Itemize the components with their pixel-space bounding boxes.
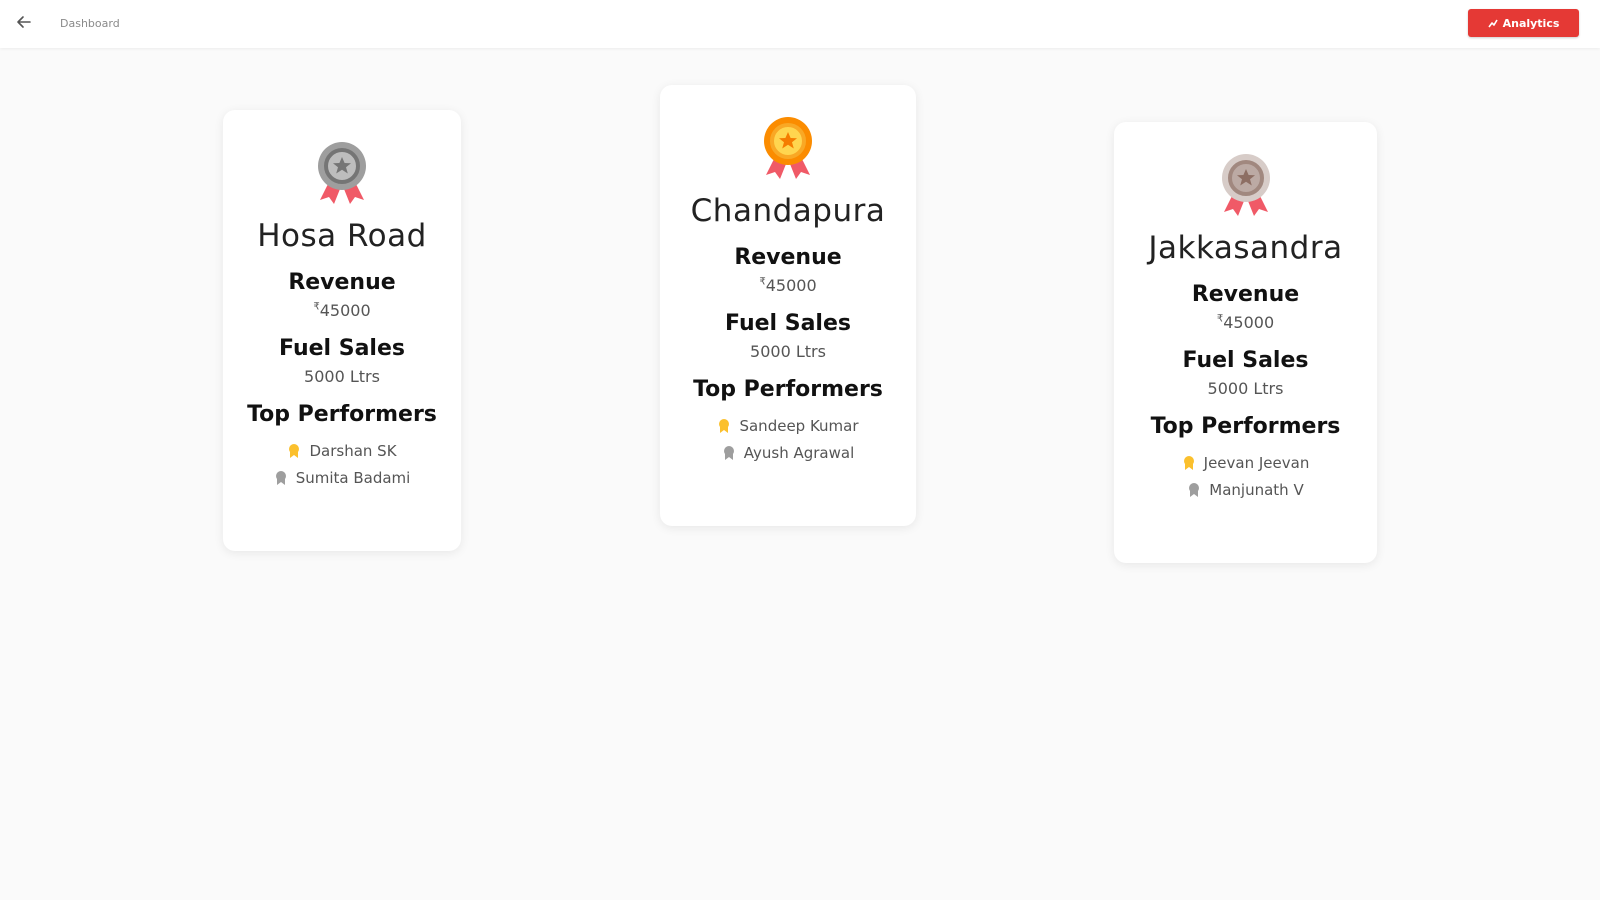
fuel-sales-value: 5000 Ltrs	[750, 342, 826, 361]
app-bar: Dashboard Analytics	[0, 0, 1600, 48]
performer-name: Darshan SK	[309, 441, 397, 460]
silver-ribbon-icon	[1187, 482, 1201, 498]
fuel-sales-label: Fuel Sales	[1182, 348, 1309, 373]
page-title: Dashboard	[60, 17, 120, 30]
branch-card[interactable]: Hosa Road Revenue ₹45000 Fuel Sales 5000…	[223, 110, 461, 551]
bronze-medal-icon	[1114, 152, 1377, 218]
silver-ribbon-icon	[722, 445, 736, 461]
chart-icon	[1487, 18, 1498, 28]
branch-card[interactable]: Jakkasandra Revenue ₹45000 Fuel Sales 50…	[1114, 122, 1377, 563]
performer-item: Ayush Agrawal	[660, 439, 916, 466]
top-performers-label: Top Performers	[1150, 414, 1341, 439]
revenue-label: Revenue	[288, 270, 396, 295]
performer-list: Jeevan Jeevan Manjunath V	[1114, 449, 1377, 503]
revenue-label: Revenue	[1191, 282, 1300, 307]
performer-name: Jeevan Jeevan	[1203, 453, 1310, 472]
top-performers-label: Top Performers	[247, 402, 437, 427]
performer-name: Ayush Agrawal	[743, 443, 855, 462]
gold-ribbon-icon	[1182, 455, 1196, 471]
performer-item: Jeevan Jeevan	[1114, 449, 1377, 476]
performer-item: Sandeep Kumar	[660, 412, 916, 439]
analytics-button-label: Analytics	[1502, 16, 1560, 30]
branch-card[interactable]: Chandapura Revenue ₹45000 Fuel Sales 500…	[660, 85, 916, 526]
analytics-button[interactable]: Analytics	[1468, 9, 1579, 37]
top-performers-label: Top Performers	[693, 377, 883, 402]
gold-medal-icon	[660, 115, 916, 181]
performer-name: Sumita Badami	[295, 468, 411, 487]
branch-name: Hosa Road	[257, 218, 427, 254]
arrow-left-icon	[16, 14, 32, 34]
performer-list: Sandeep Kumar Ayush Agrawal	[660, 412, 916, 466]
fuel-sales-value: 5000 Ltrs	[1207, 379, 1284, 398]
performer-item: Sumita Badami	[223, 464, 461, 491]
performer-name: Sandeep Kumar	[739, 416, 859, 435]
fuel-sales-value: 5000 Ltrs	[304, 367, 380, 386]
branch-name: Jakkasandra	[1148, 230, 1343, 266]
gold-ribbon-icon	[287, 443, 301, 459]
revenue-value: ₹45000	[759, 276, 817, 295]
performer-item: Manjunath V	[1114, 476, 1377, 503]
revenue-label: Revenue	[734, 245, 842, 270]
silver-ribbon-icon	[274, 470, 288, 486]
silver-medal-icon	[223, 140, 461, 206]
back-button[interactable]	[12, 12, 36, 36]
revenue-value: ₹45000	[313, 301, 371, 320]
performer-list: Darshan SK Sumita Badami	[223, 437, 461, 491]
performer-item: Darshan SK	[223, 437, 461, 464]
revenue-value: ₹45000	[1216, 313, 1275, 332]
fuel-sales-label: Fuel Sales	[725, 311, 851, 336]
performer-name: Manjunath V	[1209, 480, 1304, 499]
fuel-sales-label: Fuel Sales	[279, 336, 405, 361]
branch-name: Chandapura	[690, 193, 886, 229]
gold-ribbon-icon	[717, 418, 731, 434]
